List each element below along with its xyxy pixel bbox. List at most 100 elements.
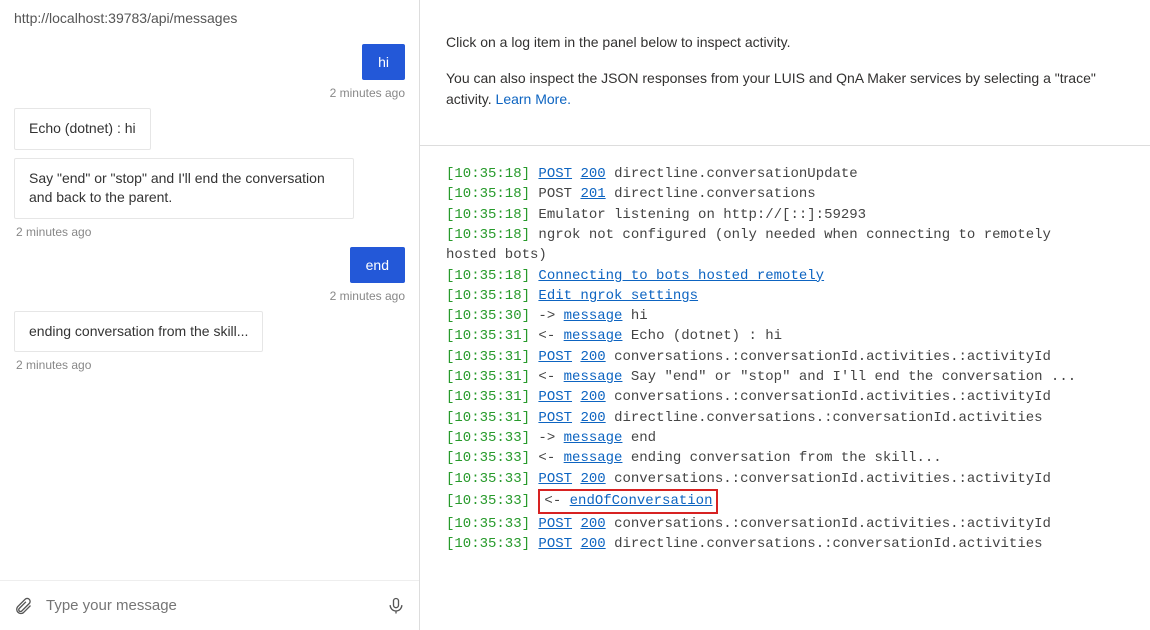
log-panel[interactable]: [10:35:18] POST 200 directline.conversat… [420,146,1150,630]
message-bubble[interactable]: ending conversation from the skill... [14,311,263,353]
log-arrow: <- [538,328,555,344]
user-message[interactable]: hi 2 minutes ago [14,44,405,100]
log-line[interactable]: hosted bots) [446,245,1140,265]
log-arrow: -> [538,308,555,324]
user-message[interactable]: end 2 minutes ago [14,247,405,303]
log-line[interactable]: [10:35:18] Edit ngrok settings [446,286,1140,306]
log-timestamp: [10:35:33] [446,450,530,466]
log-timestamp: [10:35:33] [446,493,530,509]
log-token: ngrok not configured (only needed when c… [538,227,1050,243]
log-token-link[interactable]: 200 [580,471,605,487]
log-token-link[interactable]: Edit ngrok settings [538,288,698,304]
log-token: directline.conversations.:conversationId… [614,536,1042,552]
log-token: ending conversation from the skill... [631,450,942,466]
message-bubble[interactable]: Echo (dotnet) : hi [14,108,151,150]
message-timestamp: 2 minutes ago [330,289,405,303]
log-token-link[interactable]: 200 [580,166,605,182]
log-timestamp: [10:35:31] [446,369,530,385]
message-bubble[interactable]: end [350,247,405,283]
log-line[interactable]: [10:35:31] POST 200 conversations.:conve… [446,347,1140,367]
log-timestamp: [10:35:31] [446,328,530,344]
log-timestamp: [10:35:31] [446,410,530,426]
log-token: conversations.:conversationId.activities… [614,389,1051,405]
info-block: Click on a log item in the panel below t… [420,0,1150,146]
log-token-link[interactable]: endOfConversation [570,493,713,509]
chat-scroll[interactable]: hi 2 minutes ago Echo (dotnet) : hi Say "en… [0,44,419,580]
log-token-link[interactable]: POST [538,349,572,365]
log-line[interactable]: [10:35:18] Connecting to bots hosted rem… [446,266,1140,286]
log-timestamp: [10:35:18] [446,268,530,284]
log-line[interactable]: [10:35:33] POST 200 conversations.:conve… [446,514,1140,534]
message-bubble[interactable]: hi [362,44,405,80]
log-token: directline.conversations [614,186,816,202]
log-timestamp: [10:35:18] [446,227,530,243]
message-input[interactable] [46,591,373,620]
log-token-link[interactable]: 200 [580,410,605,426]
log-token-link[interactable]: message [564,308,623,324]
log-arrow: <- [538,450,555,466]
log-token-link[interactable]: 200 [580,536,605,552]
log-line[interactable]: [10:35:31] <- message Say "end" or "stop… [446,367,1140,387]
log-token-link[interactable]: POST [538,389,572,405]
log-line[interactable]: [10:35:18] Emulator listening on http://… [446,205,1140,225]
log-timestamp: [10:35:31] [446,389,530,405]
log-line[interactable]: [10:35:18] POST 201 directline.conversat… [446,184,1140,204]
chat-pane: http://localhost:39783/api/messages hi2 … [0,0,420,630]
log-timestamp: [10:35:33] [446,516,530,532]
log-timestamp: [10:35:31] [446,349,530,365]
log-timestamp: [10:35:18] [446,288,530,304]
log-line[interactable]: [10:35:18] ngrok not configured (only ne… [446,225,1140,245]
log-token: conversations.:conversationId.activities… [614,471,1051,487]
log-token-link[interactable]: POST [538,471,572,487]
log-token-link[interactable]: POST [538,410,572,426]
log-line[interactable]: [10:35:33] POST 200 conversations.:conve… [446,469,1140,489]
bot-message[interactable]: ending conversation from the skill... 2 m… [14,311,405,373]
log-line[interactable]: [10:35:33] -> message end [446,428,1140,448]
log-arrow: <- [544,493,561,509]
log-token-link[interactable]: message [564,369,623,385]
log-line[interactable]: [10:35:30] -> message hi [446,306,1140,326]
microphone-icon[interactable] [385,595,407,617]
log-token-link[interactable]: 200 [580,516,605,532]
inspector-pane: Click on a log item in the panel below t… [420,0,1150,630]
log-token-link[interactable]: POST [538,166,572,182]
log-timestamp: [10:35:33] [446,471,530,487]
log-token-link[interactable]: message [564,430,623,446]
log-line[interactable]: [10:35:33] <- endOfConversation [446,489,1140,514]
log-line[interactable]: [10:35:18] POST 200 directline.conversat… [446,164,1140,184]
log-token-link[interactable]: 201 [580,186,605,202]
log-token: Echo (dotnet) : hi [631,328,782,344]
log-token-link[interactable]: POST [538,516,572,532]
log-token-link[interactable]: 200 [580,349,605,365]
attach-icon[interactable] [12,595,34,617]
message-timestamp: 2 minutes ago [330,86,405,100]
log-line[interactable]: [10:35:33] POST 200 directline.conversat… [446,534,1140,554]
log-token: hi [631,308,648,324]
log-timestamp: [10:35:33] [446,536,530,552]
log-token-link[interactable]: 200 [580,389,605,405]
log-line[interactable]: [10:35:33] <- message ending conversatio… [446,448,1140,468]
log-line[interactable]: [10:35:31] POST 200 directline.conversat… [446,408,1140,428]
log-token: Say "end" or "stop" and I'll end the con… [631,369,1076,385]
log-token: end [631,430,656,446]
learn-more-link[interactable]: Learn More. [496,91,571,107]
log-token: POST [538,186,572,202]
highlighted-log-segment: <- endOfConversation [538,489,718,514]
log-timestamp: [10:35:18] [446,166,530,182]
log-token-link[interactable]: Connecting to bots hosted remotely [538,268,824,284]
log-token: conversations.:conversationId.activities… [614,516,1051,532]
bot-message[interactable]: Say "end" or "stop" and I'll end the con… [14,158,405,239]
message-bubble[interactable]: Say "end" or "stop" and I'll end the con… [14,158,354,219]
message-input-bar [0,580,419,630]
info-line-1: Click on a log item in the panel below t… [446,32,1124,54]
log-token-link[interactable]: POST [538,536,572,552]
message-timestamp: 2 minutes ago [14,358,91,372]
log-arrow: <- [538,369,555,385]
bot-message[interactable]: Echo (dotnet) : hi [14,108,405,150]
log-token-link[interactable]: message [564,450,623,466]
log-line[interactable]: [10:35:31] <- message Echo (dotnet) : hi [446,326,1140,346]
log-line[interactable]: [10:35:31] POST 200 conversations.:conve… [446,387,1140,407]
log-timestamp: [10:35:18] [446,186,530,202]
log-token: Emulator listening on http://[::]:59293 [538,207,866,223]
log-token-link[interactable]: message [564,328,623,344]
